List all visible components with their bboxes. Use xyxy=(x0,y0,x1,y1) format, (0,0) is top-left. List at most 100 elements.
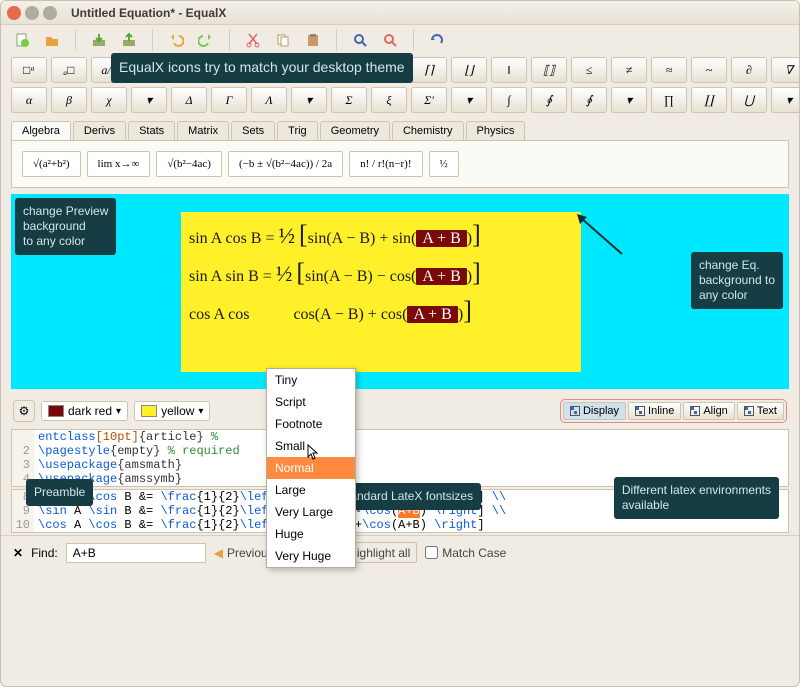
symbol-button[interactable]: β xyxy=(51,87,87,113)
bg-color-select[interactable]: yellow ▾ xyxy=(134,401,210,421)
env-inline-button[interactable]: Inline xyxy=(628,402,681,420)
tab-derivs[interactable]: Derivs xyxy=(73,121,126,140)
font-size-option[interactable]: Very Huge xyxy=(267,545,355,567)
redo-button[interactable] xyxy=(195,29,217,51)
tab-trig[interactable]: Trig xyxy=(277,121,318,140)
symbol-button[interactable]: ⌊⌋ xyxy=(451,57,487,83)
tab-physics[interactable]: Physics xyxy=(466,121,526,140)
cut-button[interactable] xyxy=(242,29,264,51)
match-case-checkbox[interactable]: Match Case xyxy=(425,546,506,560)
tab-matrix[interactable]: Matrix xyxy=(177,121,229,140)
symbol-button[interactable]: ⟦⟧ xyxy=(531,57,567,83)
tab-geometry[interactable]: Geometry xyxy=(320,121,390,140)
symbol-button[interactable]: ∫ xyxy=(491,87,527,113)
env-align-button[interactable]: Align xyxy=(683,402,734,420)
symbol-button[interactable]: ▾ xyxy=(771,87,800,113)
find-input[interactable] xyxy=(66,543,206,563)
template-button[interactable]: √(b²−4ac) xyxy=(156,151,222,177)
env-icon xyxy=(570,406,580,416)
symbol-button[interactable]: □ᵃ xyxy=(11,57,47,83)
symbol-button[interactable]: ∏ xyxy=(651,87,687,113)
env-display-button[interactable]: Display xyxy=(563,402,626,420)
environment-buttons: DisplayInlineAlignText xyxy=(560,399,787,423)
close-window-button[interactable] xyxy=(7,6,21,20)
tab-chemistry[interactable]: Chemistry xyxy=(392,121,464,140)
symbol-button[interactable]: ▾ xyxy=(291,87,327,113)
annotation-preamble: Preamble xyxy=(26,479,93,506)
fg-color-select[interactable]: dark red ▾ xyxy=(41,401,128,421)
category-tabs: AlgebraDerivsStatsMatrixSetsTrigGeometry… xyxy=(1,119,799,140)
symbol-button[interactable]: χ xyxy=(91,87,127,113)
undo-button[interactable] xyxy=(165,29,187,51)
symbol-button[interactable]: α xyxy=(11,87,47,113)
font-size-option[interactable]: Tiny xyxy=(267,369,355,391)
symbol-button[interactable]: ₐ□ xyxy=(51,57,87,83)
annotation-theme: EqualX icons try to match your desktop t… xyxy=(111,53,413,83)
font-size-option[interactable]: Huge xyxy=(267,523,355,545)
format-row: ⚙ dark red ▾ yellow ▾ DisplayInlineAlign… xyxy=(1,395,799,427)
font-size-option[interactable]: Script xyxy=(267,391,355,413)
font-size-option[interactable]: Very Large xyxy=(267,501,355,523)
new-file-button[interactable] xyxy=(11,29,33,51)
save-button[interactable] xyxy=(88,29,110,51)
tab-sets[interactable]: Sets xyxy=(231,121,275,140)
symbol-button[interactable]: ≠ xyxy=(611,57,647,83)
symbol-button[interactable]: ▾ xyxy=(451,87,487,113)
annotation-preview-bg: change Preview background to any color xyxy=(15,198,116,255)
symbol-button[interactable]: Σ xyxy=(331,87,367,113)
close-find-button[interactable]: ✕ xyxy=(13,546,23,560)
window-title: Untitled Equation* - EqualX xyxy=(71,6,226,20)
symbol-button[interactable]: Γ xyxy=(211,87,247,113)
symbol-toolbars: □ᵃₐ□a/b□͞□̲⟨⟩()(□){}[]⌈⌉⌊⌋‖⟦⟧≤≠≈~∂∇∀∃∞ α… xyxy=(1,55,799,119)
find-label: Find: xyxy=(31,546,58,560)
open-file-button[interactable] xyxy=(41,29,63,51)
env-text-button[interactable]: Text xyxy=(737,402,784,420)
template-button[interactable]: n! / r!(n−r)! xyxy=(349,151,422,177)
symbol-button[interactable]: Δ xyxy=(171,87,207,113)
find-button[interactable] xyxy=(349,29,371,51)
env-icon xyxy=(690,406,700,416)
symbol-button[interactable]: ⌈⌉ xyxy=(411,57,447,83)
symbol-button[interactable]: Σ' xyxy=(411,87,447,113)
symbol-button[interactable]: ξ xyxy=(371,87,407,113)
font-size-option[interactable]: Large xyxy=(267,479,355,501)
tab-algebra[interactable]: Algebra xyxy=(11,121,71,140)
symbol-button[interactable]: ⋃ xyxy=(731,87,767,113)
symbol-button[interactable]: ≤ xyxy=(571,57,607,83)
template-button[interactable]: lim x→∞ xyxy=(87,151,151,177)
find-bar: ✕ Find: ◀Previous ▶Next ⎚Highlight all M… xyxy=(1,535,799,569)
annotation-eq-bg: change Eq. background to any color xyxy=(691,252,783,309)
export-button[interactable] xyxy=(118,29,140,51)
font-size-option[interactable]: Footnote xyxy=(267,413,355,435)
symbol-button[interactable]: ∮ xyxy=(571,87,607,113)
env-icon xyxy=(635,406,645,416)
symbol-button[interactable]: ▾ xyxy=(611,87,647,113)
symbol-button[interactable]: ~ xyxy=(691,57,727,83)
symbol-button[interactable]: ∂ xyxy=(731,57,767,83)
template-button[interactable]: √(a²+b²) xyxy=(22,151,81,177)
symbol-button[interactable]: ‖ xyxy=(491,57,527,83)
fg-color-name: dark red xyxy=(68,404,112,418)
symbol-button[interactable]: Λ xyxy=(251,87,287,113)
refresh-button[interactable] xyxy=(426,29,448,51)
tab-stats[interactable]: Stats xyxy=(128,121,175,140)
template-button[interactable]: (−b ± √(b²−4ac)) / 2a xyxy=(228,151,343,177)
minimize-window-button[interactable] xyxy=(25,6,39,20)
app-window: Untitled Equation* - EqualX □ᵃₐ□a/b□͞□̲⟨… xyxy=(0,0,800,687)
paste-button[interactable] xyxy=(302,29,324,51)
annotation-environments: Different latex environments available xyxy=(614,477,779,519)
font-size-menu: TinyScriptFootnoteSmallNormalLargeVery L… xyxy=(266,368,356,568)
symbol-button[interactable]: ≈ xyxy=(651,57,687,83)
fg-swatch xyxy=(48,405,64,417)
settings-button[interactable]: ⚙ xyxy=(13,400,35,422)
equation-preview: change Preview background to any color s… xyxy=(11,194,789,389)
copy-button[interactable] xyxy=(272,29,294,51)
find-replace-button[interactable] xyxy=(379,29,401,51)
maximize-window-button[interactable] xyxy=(43,6,57,20)
symbol-button[interactable]: ∐ xyxy=(691,87,727,113)
find-previous-button[interactable]: ◀Previous xyxy=(214,546,274,560)
template-button[interactable]: ½ xyxy=(429,151,459,177)
symbol-button[interactable]: ▾ xyxy=(131,87,167,113)
symbol-button[interactable]: ∮ xyxy=(531,87,567,113)
symbol-button[interactable]: ∇ xyxy=(771,57,800,83)
